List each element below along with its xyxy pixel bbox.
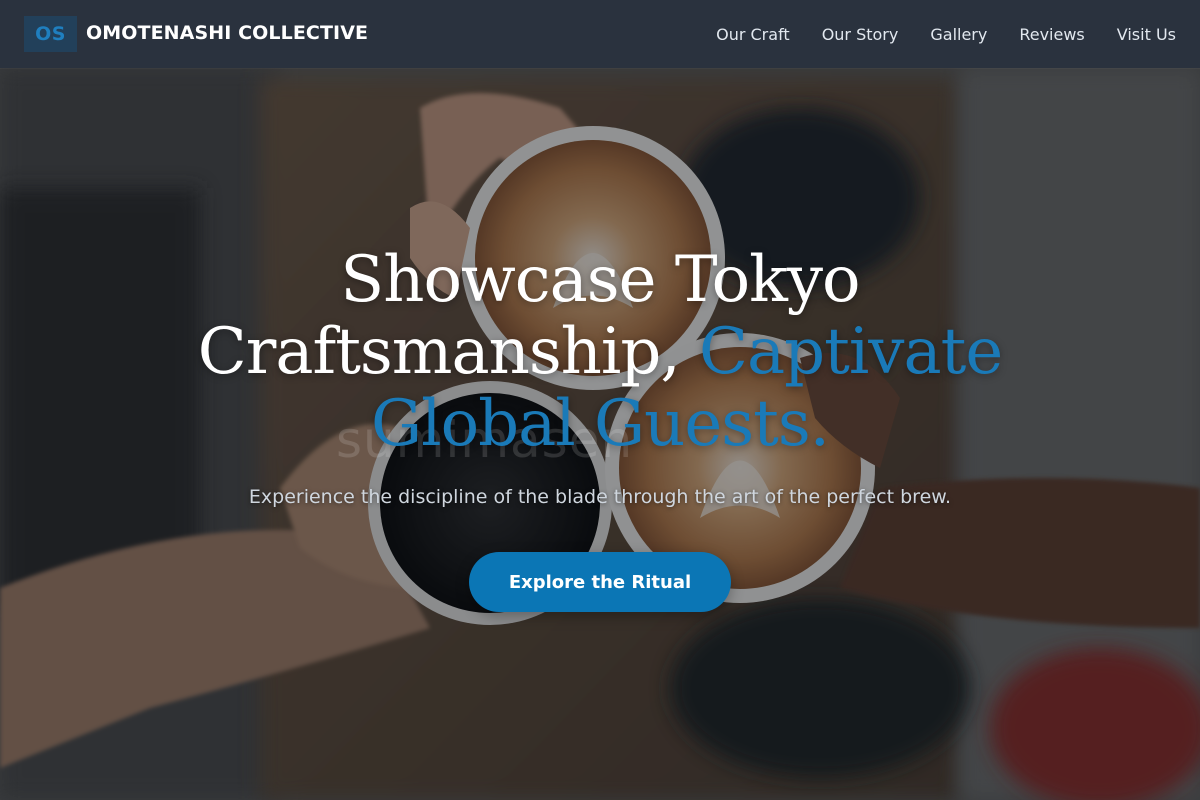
hero-subtitle: Experience the discipline of the blade t… (248, 486, 952, 508)
main-nav: Our Craft Our Story Gallery Reviews Visi… (716, 0, 1176, 68)
nav-link-our-story[interactable]: Our Story (822, 25, 899, 44)
brand-name[interactable]: OMOTENASHI COLLECTIVE (86, 22, 368, 44)
nav-link-our-craft[interactable]: Our Craft (716, 25, 790, 44)
hero-title-accent-2: Global Guests. (370, 387, 830, 461)
hero-title-line-2: Craftsmanship, (197, 315, 700, 389)
hero-title-line-1: Showcase Tokyo (340, 243, 860, 317)
nav-link-reviews[interactable]: Reviews (1019, 25, 1084, 44)
nav-link-gallery[interactable]: Gallery (930, 25, 987, 44)
nav-link-visit-us[interactable]: Visit Us (1117, 25, 1176, 44)
logo-badge[interactable]: OS (24, 16, 77, 52)
hero-title-accent-1: Captivate (699, 315, 1003, 389)
hero-section: sumimasen Showcase Tokyo Craftsmanship, … (0, 68, 1200, 800)
explore-ritual-button[interactable]: Explore the Ritual (469, 552, 731, 612)
site-header: OS OMOTENASHI COLLECTIVE Our Craft Our S… (0, 0, 1200, 68)
hero-title: Showcase Tokyo Craftsmanship, Captivate … (150, 244, 1050, 460)
